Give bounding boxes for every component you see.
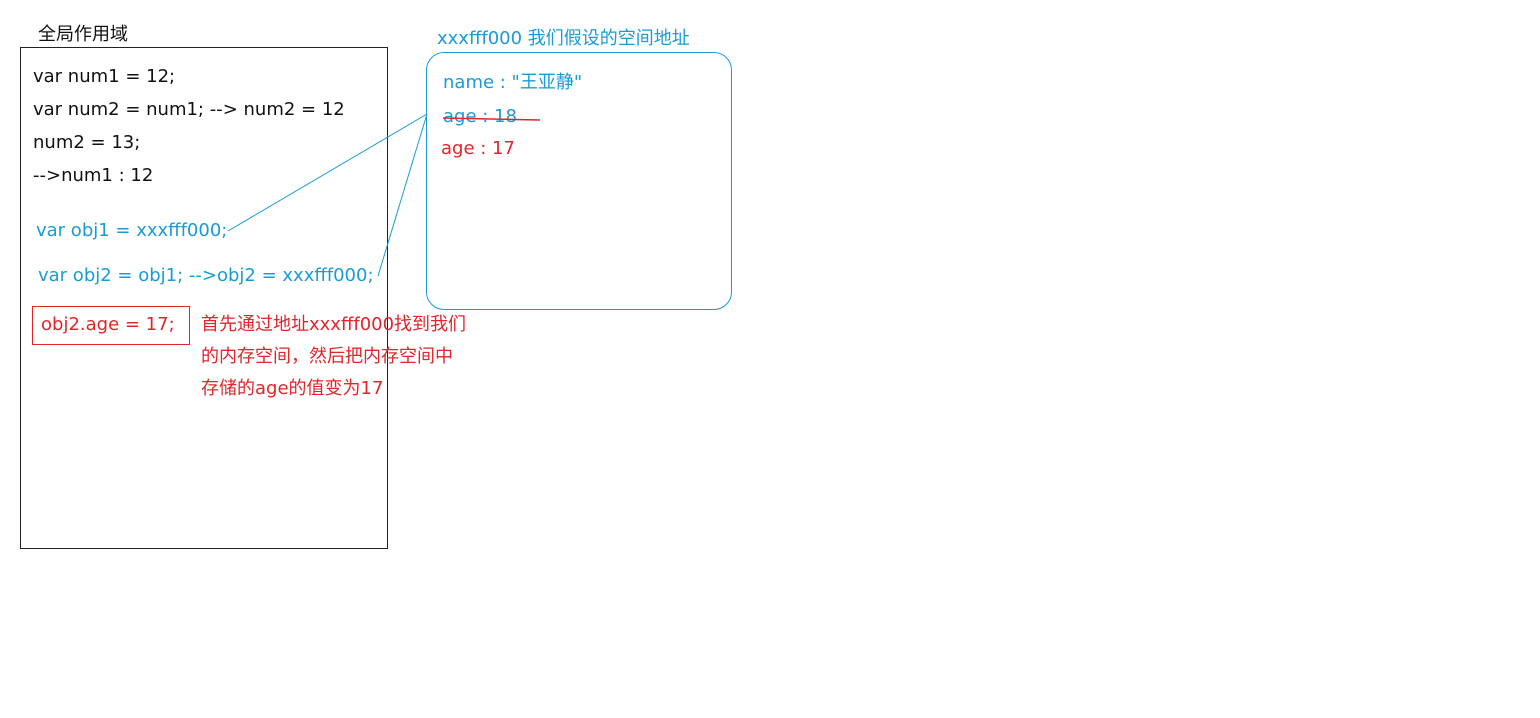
connector-lines <box>227 113 541 277</box>
age-strikethrough-line <box>442 117 541 121</box>
